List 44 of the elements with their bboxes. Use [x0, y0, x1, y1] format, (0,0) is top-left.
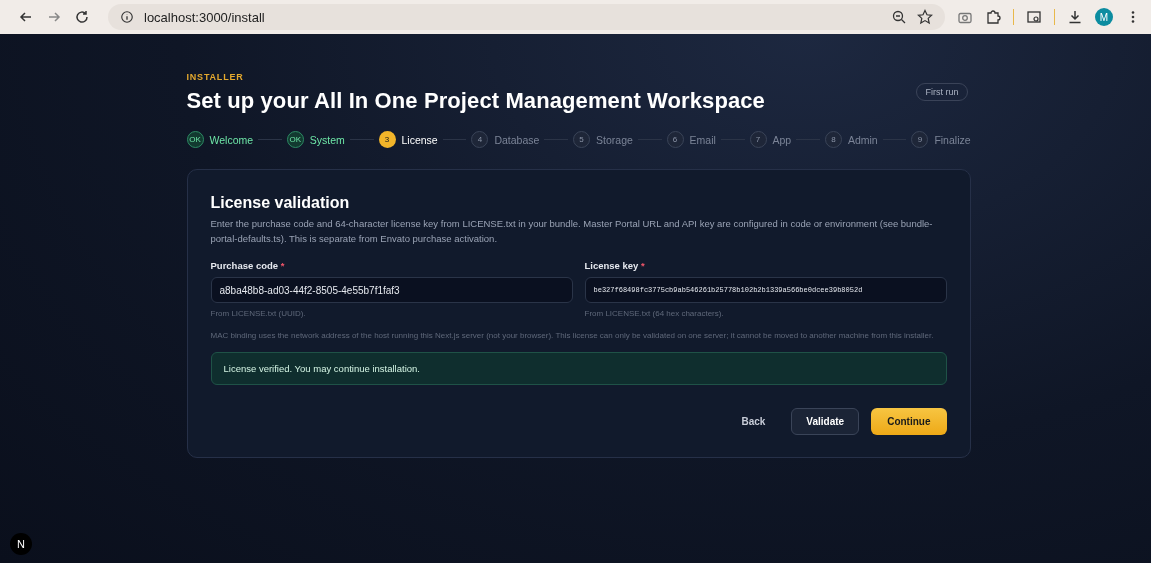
field-label: Purchase code	[210, 260, 279, 271]
step-badge: 6	[666, 131, 684, 148]
extensions-icon[interactable]	[985, 9, 1001, 25]
step-badge: OK	[186, 131, 204, 148]
step-badge: 9	[911, 131, 929, 148]
step-badge: 4	[471, 131, 489, 148]
required-mark: *	[641, 260, 645, 271]
address-bar[interactable]: localhost:3000/install	[108, 4, 945, 30]
info-icon[interactable]	[120, 10, 134, 24]
step-label: System	[309, 133, 345, 146]
download-icon[interactable]	[1067, 9, 1083, 25]
action-button[interactable]: Continue	[871, 408, 947, 435]
step-label: License	[401, 133, 438, 146]
step-label: Database	[494, 133, 540, 146]
url-text: localhost:3000/install	[144, 9, 265, 25]
step-label: App	[772, 133, 792, 146]
zoom-icon[interactable]	[891, 9, 907, 25]
reload-icon[interactable]	[74, 9, 90, 25]
required-mark: *	[280, 260, 285, 271]
field-hint: From LICENSE.txt (64 hex characters).	[584, 309, 725, 318]
step-badge: OK	[286, 131, 304, 148]
action-button[interactable]: Back	[727, 408, 780, 435]
field-label: License key	[584, 260, 639, 271]
step-badge: 7	[749, 131, 767, 148]
step-badge: 8	[824, 131, 842, 148]
profile-avatar[interactable]: M	[1095, 8, 1113, 26]
action-button[interactable]: Validate	[791, 408, 860, 435]
eyebrow-label: INSTALLER	[186, 72, 245, 82]
card-title: License validation	[210, 194, 351, 212]
star-icon[interactable]	[917, 9, 933, 25]
step-badge: 3	[378, 131, 396, 148]
step-label: Storage	[596, 133, 633, 146]
page-title: Set up your All In One Project Management Workspace	[186, 88, 765, 114]
step-label: Email	[689, 133, 716, 146]
tab-search-icon[interactable]	[1026, 9, 1042, 25]
input-field[interactable]: a8ba48b8-ad03-44f2-8505-4e55b7f1faf3	[210, 277, 573, 303]
dev-badge[interactable]: N	[10, 533, 32, 555]
step-label: Welcome	[209, 133, 254, 146]
field-hint: From LICENSE.txt (UUID).	[210, 309, 307, 318]
success-alert: License verified. You may continue installation.	[210, 352, 947, 385]
card-description: Enter the purchase code and 64-character license key from LICENSE.txt in your bundle. Master Portal URL and API key are configured in code or environment (see bundle-portal-defaults.ts). This is separate from Envato purchase activation.	[210, 217, 934, 246]
step-badge: 5	[573, 131, 591, 148]
step-label: Finalize	[934, 133, 971, 146]
step-label: Admin	[847, 133, 878, 146]
